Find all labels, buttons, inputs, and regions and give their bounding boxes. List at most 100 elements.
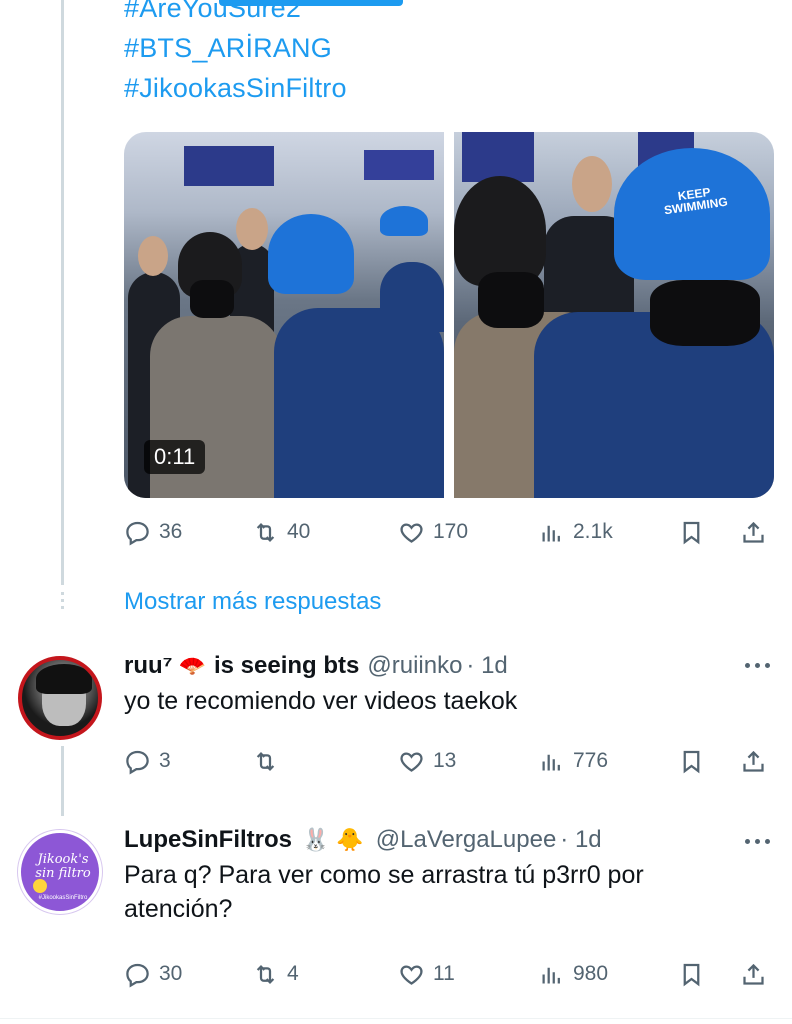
- bookmark-icon: [683, 521, 700, 544]
- repost-button[interactable]: [252, 748, 398, 775]
- heart-icon: [400, 751, 423, 772]
- heart-icon: [400, 964, 423, 985]
- share-icon: [743, 750, 764, 772]
- share-button[interactable]: [740, 748, 774, 775]
- hashtag-link[interactable]: #AreYouSure2: [124, 0, 347, 28]
- avatar-logo-caption: #JikookasSinFiltro: [38, 895, 88, 901]
- reply-item[interactable]: ruu⁷ 🪭 is seeing bts @ruiinko · 1d yo te…: [124, 652, 774, 718]
- view-count: 980: [573, 962, 609, 985]
- person-mask: [190, 280, 234, 318]
- timestamp[interactable]: · 1d: [560, 826, 601, 854]
- like-button[interactable]: 13: [398, 748, 538, 775]
- bookmark-button[interactable]: [678, 519, 740, 546]
- timestamp[interactable]: · 1d: [466, 652, 507, 680]
- thread-line-reply: [61, 746, 64, 816]
- reply-item[interactable]: LupeSinFiltros 🐰 🐥 @LaVergaLupee · 1d Pa…: [124, 826, 774, 926]
- display-name-suffix[interactable]: is seeing bts: [214, 652, 359, 680]
- repost-count: 4: [287, 962, 299, 985]
- person-mask: [650, 280, 760, 346]
- reply-count: 36: [159, 520, 183, 543]
- reply-text: Para q? Para ver como se arrastra tú p3r…: [124, 861, 644, 923]
- tweet-actions: 36 40 170 2.1k: [124, 514, 774, 550]
- person-jacket: [274, 308, 444, 498]
- like-button[interactable]: 11: [398, 961, 538, 988]
- repost-icon: [256, 522, 275, 542]
- view-count: 776: [573, 749, 609, 772]
- person-mask: [478, 272, 544, 328]
- more-options-icon[interactable]: [745, 663, 770, 668]
- like-count: 11: [433, 962, 455, 985]
- person-cap: [268, 214, 354, 294]
- person-background: [380, 262, 444, 332]
- bookmark-button[interactable]: [678, 748, 740, 775]
- more-options-icon[interactable]: [745, 839, 770, 844]
- share-button[interactable]: [740, 519, 774, 546]
- reply-count: 3: [159, 749, 171, 772]
- repost-button[interactable]: 4: [252, 961, 398, 988]
- reply-icon: [126, 750, 149, 775]
- person-beanie: [454, 176, 546, 286]
- like-count: 170: [433, 520, 469, 543]
- share-icon: [743, 963, 764, 985]
- person-cap: [614, 148, 770, 280]
- analytics-icon: [542, 967, 560, 983]
- user-handle[interactable]: @ruiinko: [367, 652, 462, 680]
- reply-text: yo te recomiendo ver videos taekok: [124, 687, 518, 715]
- display-name[interactable]: LupeSinFiltros: [124, 826, 292, 854]
- bodyguard-head: [236, 208, 268, 250]
- airport-banner: [462, 132, 534, 182]
- repost-count: 40: [287, 520, 311, 543]
- video-frame-right: KEEP SWIMMING: [454, 132, 774, 498]
- analytics-icon: [542, 754, 560, 770]
- avatar-logo-text: Jikook's sin filtro: [35, 852, 91, 881]
- reply-header: ruu⁷ 🪭 is seeing bts @ruiinko · 1d: [124, 652, 774, 680]
- reply-count: 30: [159, 962, 183, 985]
- analytics-icon: [542, 525, 560, 541]
- reply-button[interactable]: 30: [124, 961, 252, 988]
- view-count: 2.1k: [573, 520, 613, 543]
- reply-actions: 30 4 11 980: [124, 956, 774, 992]
- avatar[interactable]: [18, 656, 102, 740]
- tweet-video[interactable]: 0:11 KEEP SWIMMING: [124, 132, 774, 498]
- avatar[interactable]: Jikook's sin filtro #JikookasSinFiltro: [18, 830, 102, 914]
- heart-icon: [400, 522, 423, 543]
- bookmark-button[interactable]: [678, 961, 740, 988]
- hashtag-link[interactable]: #BTS_ARİRANG: [124, 28, 347, 68]
- bunny-chick-emoji: 🐰 🐥: [302, 827, 364, 853]
- airport-banner: [364, 150, 434, 180]
- show-more-replies-link[interactable]: Mostrar más respuestas: [124, 588, 381, 616]
- views-button[interactable]: 776: [538, 748, 678, 775]
- person-cap: [380, 206, 428, 236]
- reply-button[interactable]: 3: [124, 748, 252, 775]
- reply-actions: 3 13 776: [124, 743, 774, 779]
- bookmark-icon: [683, 750, 700, 773]
- reply-icon: [126, 963, 149, 988]
- reply-icon: [126, 521, 149, 546]
- repost-button[interactable]: 40: [252, 519, 398, 546]
- divider: [0, 1018, 792, 1019]
- share-button[interactable]: [740, 961, 774, 988]
- display-name[interactable]: ruu⁷: [124, 652, 173, 680]
- bookmark-icon: [683, 963, 700, 986]
- bodyguard-head: [572, 156, 612, 212]
- fan-emoji: 🪭: [178, 653, 206, 679]
- repost-icon: [256, 964, 275, 984]
- like-count: 13: [433, 749, 457, 772]
- views-button[interactable]: 2.1k: [538, 519, 678, 546]
- reply-header: LupeSinFiltros 🐰 🐥 @LaVergaLupee · 1d: [124, 826, 774, 854]
- hashtag-link[interactable]: #JikookasSinFiltro: [124, 68, 347, 108]
- reply-button[interactable]: 36: [124, 519, 252, 546]
- bodyguard-head: [138, 236, 168, 276]
- repost-icon: [256, 751, 275, 771]
- airport-banner: [184, 146, 274, 186]
- share-icon: [743, 521, 764, 543]
- views-button[interactable]: 980: [538, 961, 678, 988]
- thread-line-dotted: [61, 592, 64, 612]
- tweet-hashtags: #AreYouSure2 #BTS_ARİRANG #JikookasSinFi…: [124, 0, 347, 108]
- user-handle[interactable]: @LaVergaLupee: [376, 826, 557, 854]
- video-frame-left: 0:11: [124, 132, 444, 498]
- avatar-hair: [36, 664, 92, 694]
- thread-line: [61, 0, 64, 585]
- chick-icon: [33, 879, 47, 893]
- like-button[interactable]: 170: [398, 519, 538, 546]
